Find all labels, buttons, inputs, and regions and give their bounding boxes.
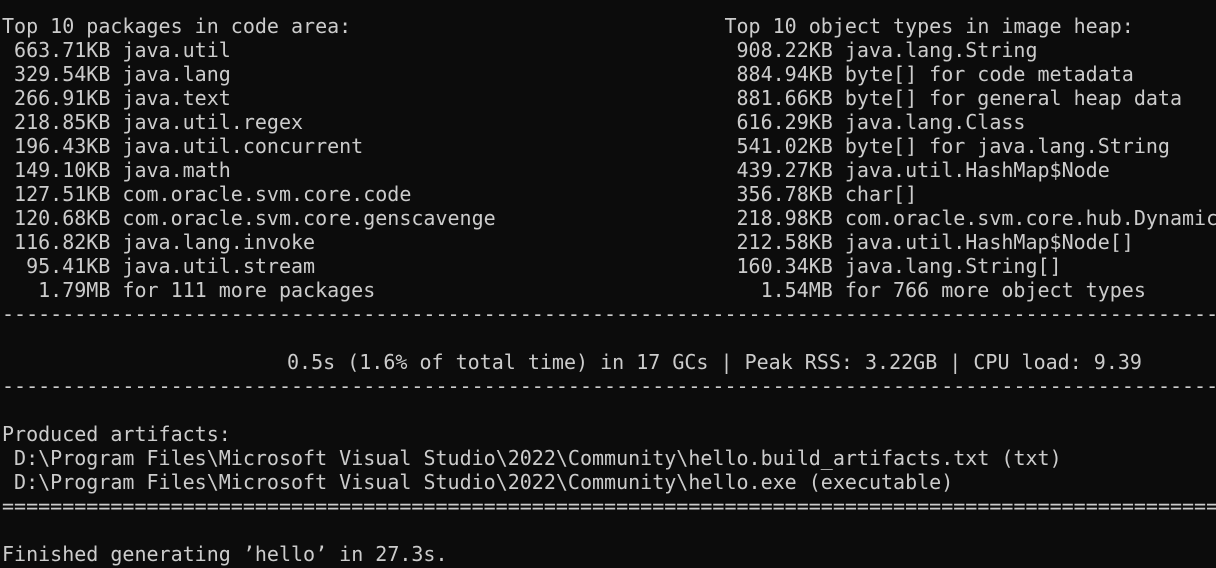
- table-row: 1.79MB for 111 more packages 1.54MB for 7…: [2, 278, 1216, 302]
- artifact-kind: (txt): [1001, 446, 1061, 470]
- size-value: 881.66KB: [724, 86, 832, 110]
- separator-dashed: ----------------------------------------…: [2, 302, 1216, 326]
- artifact-file-path: D:\Program Files\Microsoft Visual Studio…: [14, 470, 797, 494]
- terminal-window[interactable]: Top 10 packages in code area:Top 10 obje…: [0, 0, 1216, 568]
- table-row: 95.41KB java.util.stream 160.34KB java.la…: [2, 254, 1216, 278]
- table-row: 663.71KB java.util 908.22KB java.lang.Str…: [2, 38, 1216, 62]
- table-row: 266.91KB java.text 881.66KB byte[] for ge…: [2, 86, 1216, 110]
- size-value: 1.79MB: [2, 278, 110, 302]
- artifact-file-path: D:\Program Files\Microsoft Visual Studio…: [14, 446, 989, 470]
- blank-line: [2, 518, 1216, 542]
- package-name: java.lang: [122, 62, 230, 86]
- object-type-name: byte[] for java.lang.String: [845, 134, 1170, 158]
- artifact-row: D:\Program Files\Microsoft Visual Studio…: [2, 470, 1216, 494]
- object-type-name: java.util.HashMap$Node[]: [845, 230, 1134, 254]
- blank-line: [2, 398, 1216, 422]
- size-value: 541.02KB: [724, 134, 832, 158]
- package-name: java.lang.invoke: [122, 230, 315, 254]
- package-name: com.oracle.svm.core.code: [122, 182, 411, 206]
- table-row: 127.51KB com.oracle.svm.core.code 356.78K…: [2, 182, 1216, 206]
- separator-dashed: ----------------------------------------…: [2, 374, 1216, 398]
- size-value: 663.71KB: [2, 38, 110, 62]
- package-name: java.text: [122, 86, 230, 110]
- table-row: 196.43KB java.util.concurrent 541.02KB by…: [2, 134, 1216, 158]
- more-packages-label: for 111 more packages: [122, 278, 375, 302]
- size-value: 616.29KB: [724, 110, 832, 134]
- size-value: 116.82KB: [2, 230, 110, 254]
- more-object-types-label: for 766 more object types: [845, 278, 1146, 302]
- size-value: 149.10KB: [2, 158, 110, 182]
- artifact-kind: (executable): [809, 470, 954, 494]
- object-type-name: com.oracle.svm.core.hub.DynamicHub: [845, 206, 1216, 230]
- table-row: 329.54KB java.lang 884.94KB byte[] for co…: [2, 62, 1216, 86]
- package-name: java.util: [122, 38, 230, 62]
- image-heap-header: Top 10 object types in image heap:: [724, 14, 1133, 38]
- size-value: 329.54KB: [2, 62, 110, 86]
- size-value: 120.68KB: [2, 206, 110, 230]
- package-name: java.util.stream: [122, 254, 315, 278]
- object-type-name: java.util.HashMap$Node: [845, 158, 1110, 182]
- size-value: 95.41KB: [2, 254, 110, 278]
- package-name: java.math: [122, 158, 230, 182]
- table-row: 149.10KB java.math 439.27KB java.util.Has…: [2, 158, 1216, 182]
- gc-time: 0.5s (1.6% of total time) in 17 GCs: [287, 350, 708, 374]
- size-value: 196.43KB: [2, 134, 110, 158]
- divider-bar: |: [949, 350, 961, 374]
- object-type-name: char[]: [845, 182, 917, 206]
- size-value: 266.91KB: [2, 86, 110, 110]
- size-value: 884.94KB: [724, 62, 832, 86]
- package-name: java.util.regex: [122, 110, 303, 134]
- size-value: 439.27KB: [724, 158, 832, 182]
- blank-line: [2, 326, 1216, 350]
- object-type-name: byte[] for general heap data: [845, 86, 1182, 110]
- finished-message: Finished generating ’hello’ in 27.3s.: [2, 542, 1216, 566]
- size-value: 1.54MB: [724, 278, 832, 302]
- object-type-name: java.lang.String[]: [845, 254, 1062, 278]
- table-row: 116.82KB java.lang.invoke 212.58KB java.u…: [2, 230, 1216, 254]
- size-value: 356.78KB: [724, 182, 832, 206]
- package-name: com.oracle.svm.core.genscavenge: [122, 206, 495, 230]
- code-area-header: Top 10 packages in code area:: [2, 14, 724, 38]
- gc-stats-line: 0.5s (1.6% of total time) in 17 GCs | Pe…: [2, 350, 1216, 374]
- size-value: 212.58KB: [724, 230, 832, 254]
- package-name: java.util.concurrent: [122, 134, 363, 158]
- divider-bar: |: [720, 350, 732, 374]
- columns-header-row: Top 10 packages in code area:Top 10 obje…: [2, 14, 1216, 38]
- size-value: 160.34KB: [724, 254, 832, 278]
- table-row: 120.68KB com.oracle.svm.core.genscavenge…: [2, 206, 1216, 230]
- cpu-load: CPU load: 9.39: [973, 350, 1142, 374]
- object-type-name: java.lang.Class: [845, 110, 1026, 134]
- artifacts-header: Produced artifacts:: [2, 422, 1216, 446]
- peak-rss: Peak RSS: 3.22GB: [745, 350, 938, 374]
- size-value: 127.51KB: [2, 182, 110, 206]
- object-type-name: java.lang.String: [845, 38, 1038, 62]
- size-value: 218.85KB: [2, 110, 110, 134]
- artifact-row: D:\Program Files\Microsoft Visual Studio…: [2, 446, 1216, 470]
- table-row: 218.85KB java.util.regex 616.29KB java.la…: [2, 110, 1216, 134]
- size-value: 908.22KB: [724, 38, 832, 62]
- separator-double: ========================================…: [2, 494, 1216, 518]
- object-type-name: byte[] for code metadata: [845, 62, 1134, 86]
- size-value: 218.98KB: [724, 206, 832, 230]
